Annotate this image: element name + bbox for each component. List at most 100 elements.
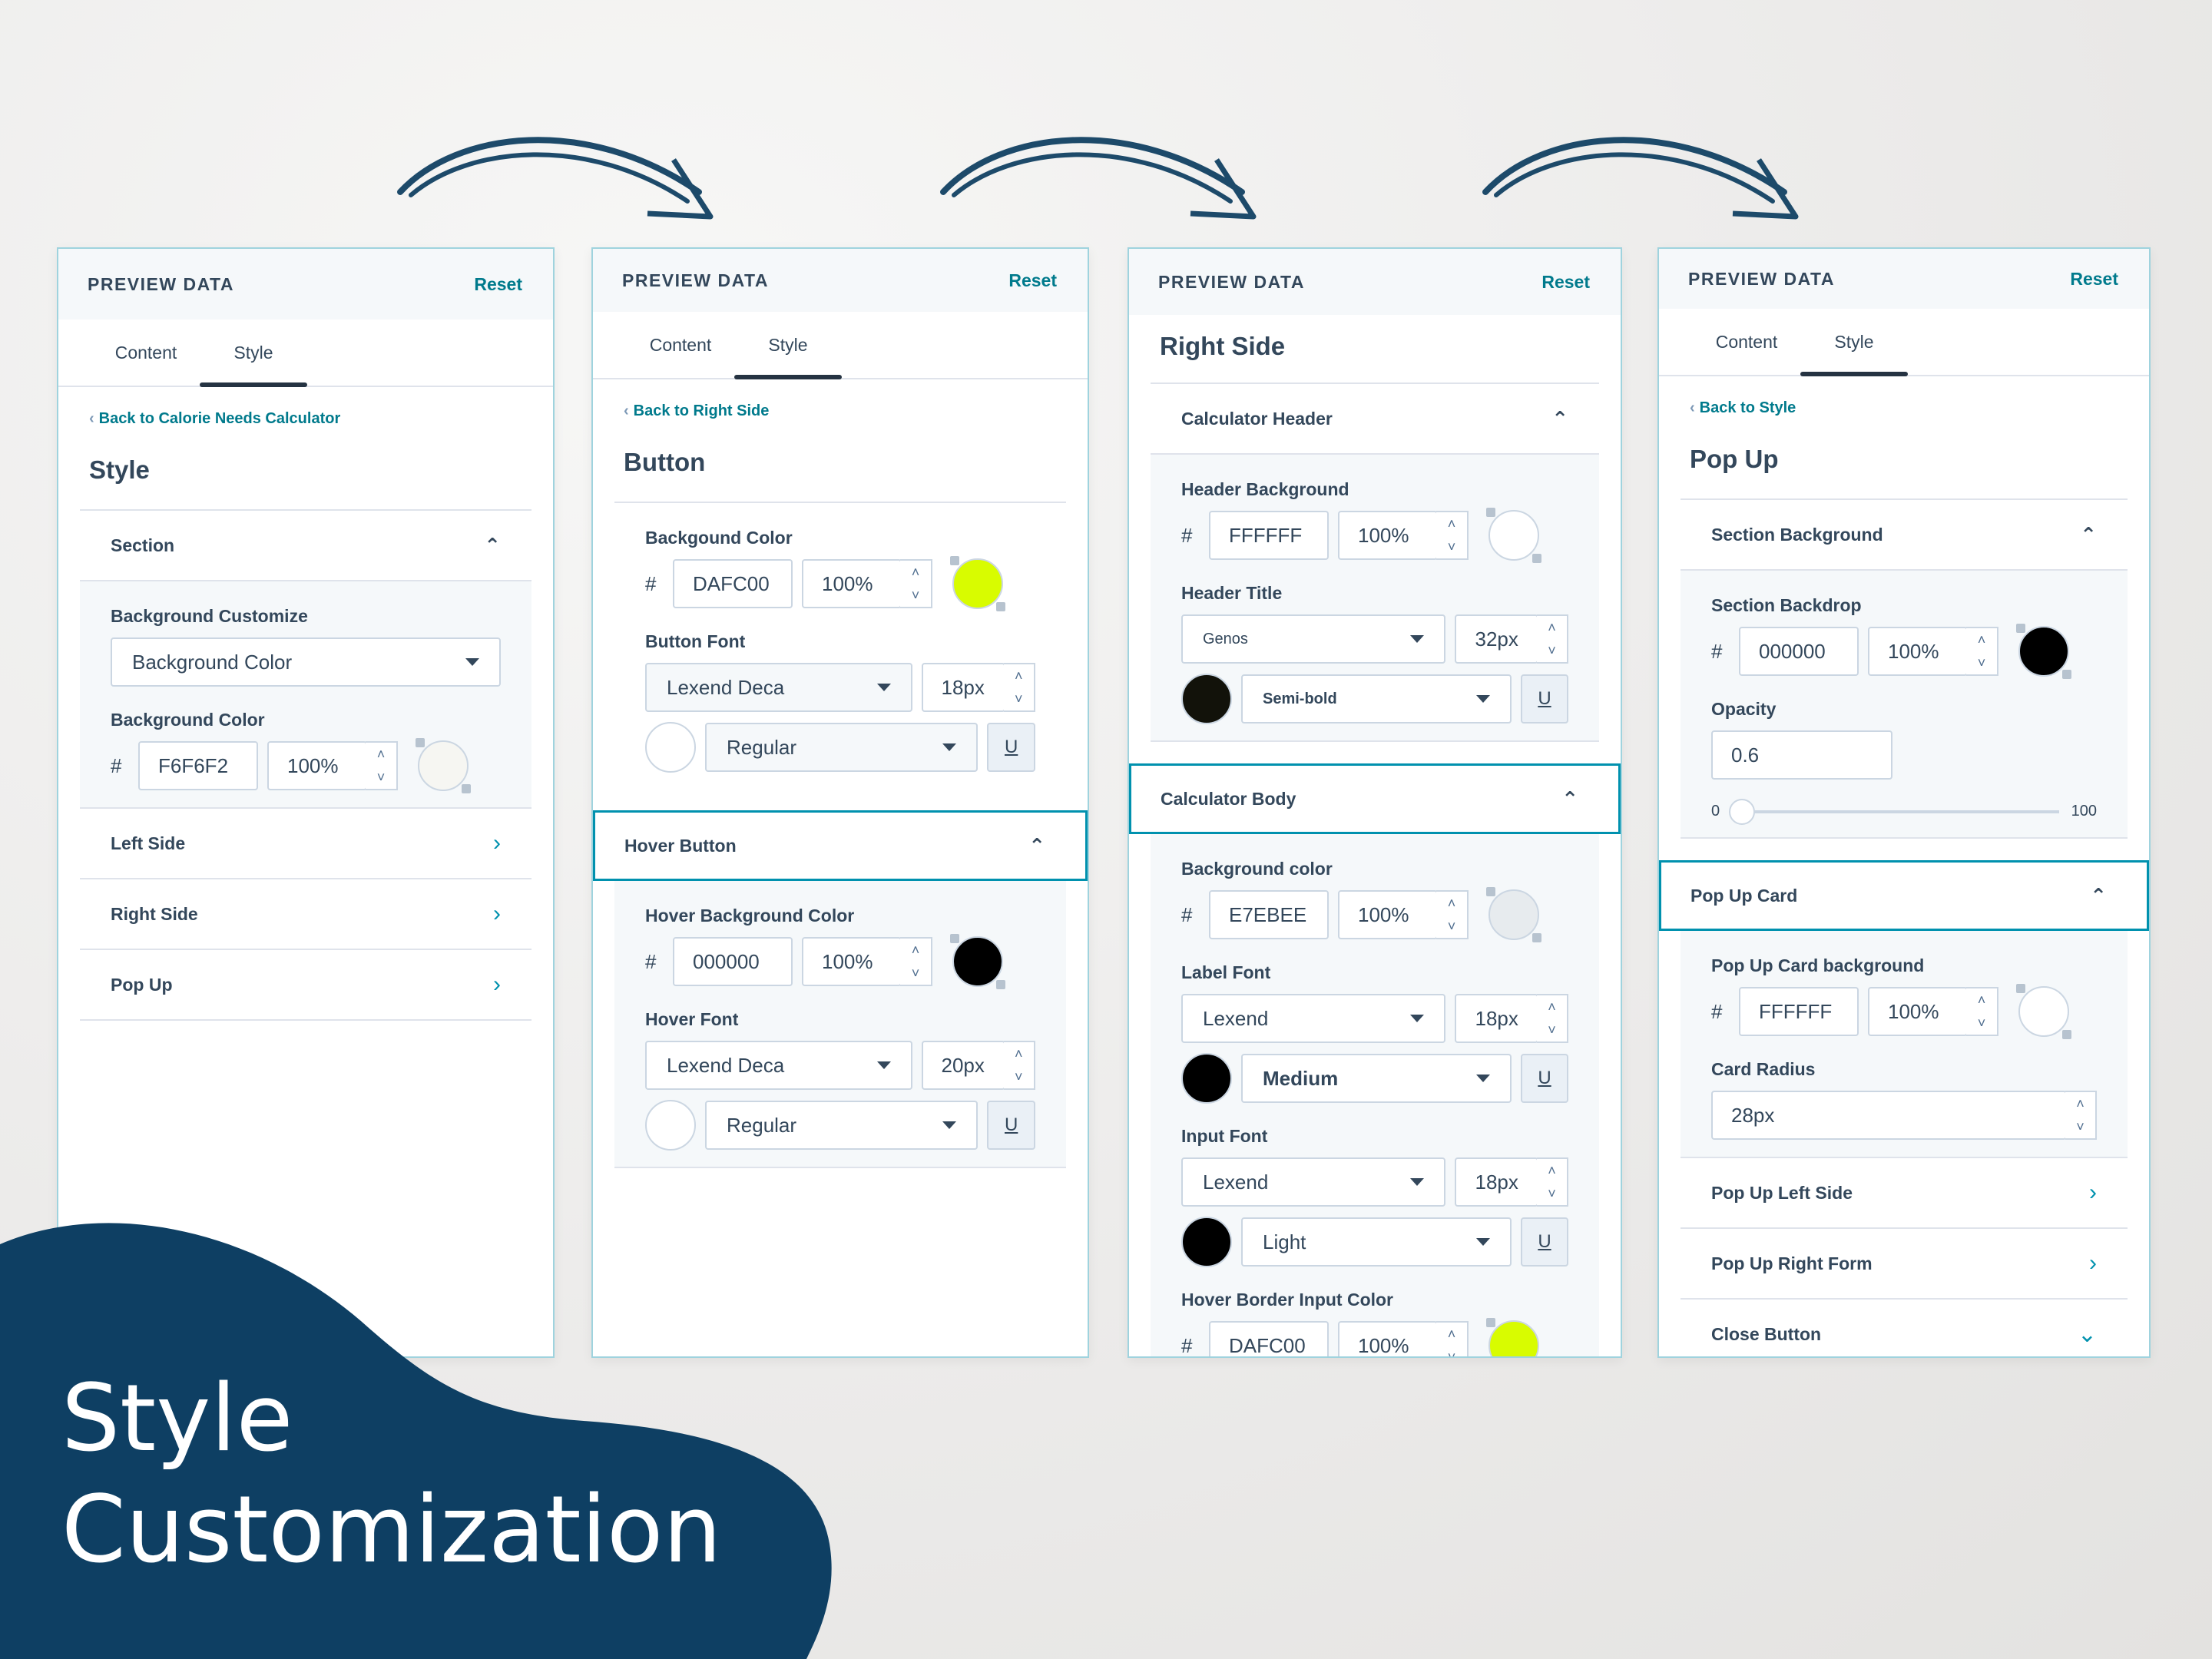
font-size-input[interactable]: 18px [1455,994,1539,1043]
color-swatch[interactable] [950,556,1005,611]
color-swatch[interactable] [1486,508,1541,563]
chevron-up-icon[interactable]: ˄ [1548,999,1556,1015]
chevron-up-icon[interactable]: ˄ [912,942,920,959]
tab-content[interactable]: Content [627,312,734,378]
hex-input[interactable]: FFFFFF [1739,987,1859,1036]
chevron-down-icon[interactable]: ˅ [1448,1349,1456,1357]
font-size-input[interactable]: 20px [921,1041,1005,1090]
font-family-select[interactable]: Genos [1181,614,1446,664]
accordion-calculator-header[interactable]: Calculator Header ⌃ [1151,384,1599,455]
opacity-input[interactable]: 100% [1338,890,1438,939]
underline-button[interactable]: U [1520,1054,1568,1103]
color-swatch[interactable] [416,738,471,793]
nav-item-right-side[interactable]: Right Side › [80,879,531,950]
tab-style[interactable]: Style [1800,309,1908,376]
font-family-select[interactable]: Lexend [1181,1157,1446,1207]
accordion-section-background[interactable]: Section Background ⌃ [1681,500,2128,571]
slider-track[interactable] [1729,798,2059,825]
chevron-up-icon[interactable]: ˄ [1978,992,1986,1008]
opacity-input[interactable]: 100% [802,937,902,986]
reset-link[interactable]: Reset [474,274,522,295]
chevron-up-icon[interactable]: ˄ [377,747,386,763]
chevron-down-icon[interactable]: ˅ [912,965,920,982]
chevron-down-icon[interactable]: ˅ [1015,691,1023,707]
chevron-down-icon[interactable]: ˅ [1548,1022,1556,1038]
chevron-up-icon[interactable]: ˄ [912,565,920,581]
nav-item-left-side[interactable]: Left Side › [80,809,531,879]
underline-button[interactable]: U [987,723,1035,772]
color-swatch[interactable] [1486,1318,1539,1356]
chevron-up-icon[interactable]: ˄ [1548,620,1556,636]
chevron-down-icon[interactable]: ˅ [1548,1186,1556,1202]
opacity-stepper[interactable]: ˄ ˅ [1436,890,1469,939]
chevron-up-icon[interactable]: ˄ [1448,896,1456,912]
font-color-swatch[interactable] [645,1100,696,1151]
card-radius-input[interactable]: 28px [1711,1091,2068,1140]
opacity-stepper[interactable]: ˄ ˅ [1966,627,1998,676]
accordion-hover-button[interactable]: Hover Button ⌃ [593,810,1088,881]
font-family-select[interactable]: Lexend [1181,994,1446,1043]
back-link[interactable]: ‹ Back to Style [1681,376,2128,417]
chevron-down-icon[interactable]: ˅ [1015,1069,1023,1085]
hex-input[interactable]: DAFC00 [673,559,793,608]
tab-content[interactable]: Content [1693,309,1800,375]
opacity-input[interactable]: 100% [267,741,367,790]
chevron-up-icon[interactable]: ˄ [1448,1326,1456,1343]
hex-input[interactable]: 000000 [1739,627,1859,676]
accordion-calculator-body[interactable]: Calculator Body ⌃ [1129,763,1621,834]
font-weight-select[interactable]: Light [1241,1217,1512,1267]
opacity-stepper[interactable]: ˄ ˅ [1436,511,1469,560]
nav-item-close-button[interactable]: Close Button ⌄ [1681,1300,2128,1356]
font-size-input[interactable]: 18px [921,663,1005,712]
underline-button[interactable]: U [1520,1217,1568,1267]
opacity-slider[interactable]: 0 100 [1711,798,2097,825]
font-weight-select[interactable]: Regular [705,723,979,772]
opacity-stepper[interactable]: ˄ ˅ [900,559,932,608]
chevron-down-icon[interactable]: ˅ [1448,919,1456,935]
opacity-stepper[interactable]: ˄ ˅ [900,937,932,986]
opacity-value-input[interactable]: 0.6 [1711,730,1892,780]
font-size-stepper[interactable]: ˄ ˅ [1537,994,1568,1043]
back-link[interactable]: ‹ Back to Calorie Needs Calculator [80,387,531,428]
underline-button[interactable]: U [987,1101,1035,1150]
hex-input[interactable]: FFFFFF [1209,511,1329,560]
font-weight-select[interactable]: Regular [705,1101,979,1150]
opacity-input[interactable]: 100% [802,559,902,608]
tab-style[interactable]: Style [200,320,307,387]
chevron-down-icon[interactable]: ˅ [1448,539,1456,555]
color-swatch[interactable] [950,934,1005,989]
nav-item-pop-up-right-form[interactable]: Pop Up Right Form › [1681,1229,2128,1300]
font-size-stepper[interactable]: ˄ ˅ [1537,614,1568,664]
chevron-up-icon[interactable]: ˄ [1448,516,1456,532]
hex-input[interactable]: F6F6F2 [138,741,258,790]
font-size-stepper[interactable]: ˄ ˅ [1003,1041,1035,1090]
chevron-up-icon[interactable]: ˄ [1548,1163,1556,1179]
opacity-stepper[interactable]: ˄ ˅ [366,741,398,790]
hex-input[interactable]: DAFC00 [1209,1321,1329,1356]
chevron-up-icon[interactable]: ˄ [1978,632,1986,648]
reset-link[interactable]: Reset [1541,272,1590,293]
font-size-stepper[interactable]: ˄ ˅ [1003,663,1035,712]
chevron-up-icon[interactable]: ˄ [1015,668,1023,684]
accordion-section[interactable]: Section ⌃ [80,511,531,581]
color-swatch[interactable] [2016,624,2071,679]
font-size-stepper[interactable]: ˄ ˅ [1537,1157,1568,1207]
chevron-down-icon[interactable]: ˅ [377,770,386,786]
font-color-swatch[interactable] [1181,674,1232,724]
chevron-up-icon[interactable]: ˄ [2076,1096,2085,1112]
opacity-input[interactable]: 100% [1338,511,1438,560]
back-link[interactable]: ‹ Back to Right Side [614,379,1066,420]
reset-link[interactable]: Reset [2070,269,2118,290]
opacity-stepper[interactable]: ˄ ˅ [1436,1321,1469,1357]
radius-stepper[interactable]: ˄ ˅ [2065,1091,2097,1140]
nav-item-pop-up[interactable]: Pop Up › [80,950,531,1021]
slider-handle[interactable] [1729,798,1756,825]
hex-input[interactable]: 000000 [673,937,793,986]
chevron-down-icon[interactable]: ˅ [912,588,920,604]
font-weight-select[interactable]: Semi-bold [1241,674,1512,724]
background-customize-select[interactable]: Background Color [111,637,501,687]
chevron-up-icon[interactable]: ˄ [1015,1046,1023,1062]
hex-input[interactable]: E7EBEE [1209,890,1329,939]
font-family-select[interactable]: Lexend Deca [645,1041,912,1090]
tab-content[interactable]: Content [92,320,200,386]
